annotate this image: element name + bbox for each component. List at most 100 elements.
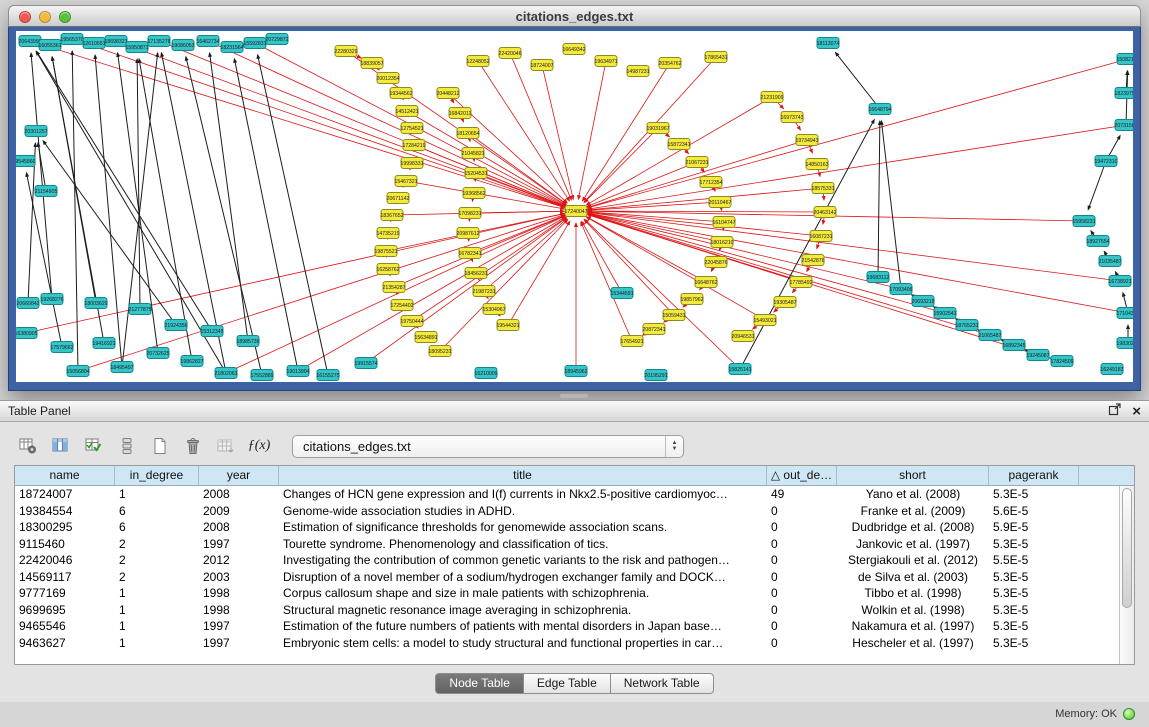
graph-node[interactable]: 19634971 xyxy=(594,56,617,67)
graph-node[interactable]: 15344591 xyxy=(610,288,633,299)
graph-node[interactable]: 19830267 xyxy=(1116,338,1133,349)
graph-node[interactable]: 19305487 xyxy=(773,297,796,308)
scrollbar-thumb[interactable] xyxy=(1122,488,1132,608)
graph-node[interactable]: 18765231 xyxy=(955,320,978,331)
graph-node[interactable]: 17865431 xyxy=(704,52,727,63)
graph-node[interactable]: 15872341 xyxy=(667,139,690,150)
row-tools-icon[interactable] xyxy=(113,433,141,460)
graph-node[interactable]: 19545860 xyxy=(16,156,36,167)
graph-node[interactable]: 16738921 xyxy=(1108,276,1131,287)
graph-node[interactable]: 19565370 xyxy=(60,34,83,45)
graph-node[interactable]: 16892345 xyxy=(1002,340,1025,351)
show-columns-icon[interactable] xyxy=(47,433,75,460)
graph-node[interactable]: 18839057 xyxy=(360,58,383,69)
graph-node[interactable]: 12754521 xyxy=(400,123,423,134)
graph-node[interactable]: 17824509 xyxy=(1050,356,1073,367)
graph-node[interactable]: 15634891 xyxy=(414,332,437,343)
column-header-6[interactable]: pagerank xyxy=(989,466,1079,485)
table-row[interactable]: 946554611997Estimation of the future num… xyxy=(15,618,1119,635)
tab-network-table[interactable]: Network Table xyxy=(611,673,714,694)
graph-node[interactable]: 16648762 xyxy=(694,277,717,288)
graph-node[interactable]: 19915574 xyxy=(354,358,377,369)
graph-node[interactable]: 16380905 xyxy=(16,328,38,339)
graph-node[interactable]: 14512421 xyxy=(395,106,418,117)
graph-node[interactable]: 21035487 xyxy=(1098,256,1121,267)
graph-node[interactable]: 20660842 xyxy=(16,298,39,309)
float-panel-icon[interactable] xyxy=(1108,402,1122,421)
graph-node[interactable]: 21065487 xyxy=(978,330,1001,341)
delete-column-icon[interactable] xyxy=(179,433,207,460)
graph-node[interactable]: 17135278 xyxy=(147,36,170,47)
graph-node[interactable]: 18016210 xyxy=(710,237,733,248)
graph-node[interactable]: 19734943 xyxy=(795,135,818,146)
tab-node-table[interactable]: Node Table xyxy=(435,673,524,694)
graph-node[interactable]: 17093406 xyxy=(889,284,912,295)
panel-splitter[interactable] xyxy=(0,391,1149,400)
graph-node[interactable]: 19472310 xyxy=(1094,156,1117,167)
graph-node[interactable]: 16249183 xyxy=(1100,364,1123,375)
graph-node[interactable]: 15056804 xyxy=(66,366,89,377)
graph-node[interactable]: 16210009 xyxy=(474,368,497,379)
tab-edge-table[interactable]: Edge Table xyxy=(524,673,611,694)
table-row[interactable]: 1872400712008Changes of HCN gene express… xyxy=(15,486,1119,503)
graph-node[interactable]: 17240047 xyxy=(564,206,587,217)
graph-node[interactable]: 20987612 xyxy=(456,228,479,239)
graph-node[interactable]: 20012354 xyxy=(376,73,399,84)
column-header-1[interactable]: in_degree xyxy=(115,466,199,485)
graph-node[interactable]: 22280329 xyxy=(334,46,357,57)
graph-node[interactable]: 19416921 xyxy=(92,338,115,349)
select-from-table-icon[interactable] xyxy=(80,433,108,460)
graph-node[interactable]: 12248052 xyxy=(466,56,489,67)
graph-node[interactable]: 17785492 xyxy=(789,277,812,288)
graph-node[interactable]: 15204531 xyxy=(464,168,487,179)
table-row[interactable]: 1456911722003Disruption of a novel membe… xyxy=(15,569,1119,586)
graph-node[interactable]: 20463142 xyxy=(813,207,836,218)
graph-node[interactable]: 19857962 xyxy=(680,294,703,305)
graph-node[interactable]: 15304967 xyxy=(482,304,505,315)
graph-node[interactable]: 21354287 xyxy=(382,282,405,293)
graph-node[interactable]: 16462734 xyxy=(196,36,219,47)
network-canvas[interactable]: 2064399916055361195653701261065118698321… xyxy=(16,31,1133,382)
column-header-0[interactable]: name xyxy=(15,466,115,485)
graph-node[interactable]: 21045821 xyxy=(461,148,484,159)
graph-node[interactable]: 18724007 xyxy=(530,60,553,71)
graph-node[interactable]: 21067231 xyxy=(685,157,708,168)
graph-node[interactable]: 19245087 xyxy=(1026,350,1049,361)
graph-node[interactable]: 14735219 xyxy=(376,228,399,239)
graph-node[interactable]: 16973743 xyxy=(780,112,803,123)
graph-node[interactable]: 17552889 xyxy=(250,370,273,381)
table-row[interactable]: 946362711997Embryonic stem cells: a mode… xyxy=(15,635,1119,652)
graph-node[interactable]: 19086053 xyxy=(171,40,194,51)
graph-node[interactable]: 15902543 xyxy=(933,308,956,319)
table-row[interactable]: 977716911998Corpus callosum shape and si… xyxy=(15,585,1119,602)
table-row[interactable]: 1938455462009Genome-wide association stu… xyxy=(15,503,1119,520)
close-panel-icon[interactable]: × xyxy=(1132,404,1141,419)
graph-node[interactable]: 21924356 xyxy=(164,320,187,331)
table-options-icon[interactable] xyxy=(14,433,42,460)
close-button[interactable] xyxy=(19,11,31,23)
graph-node[interactable]: 14987231 xyxy=(626,66,649,77)
graph-node[interactable]: 18113074 xyxy=(817,38,840,49)
graph-node[interactable]: 20732625 xyxy=(146,348,169,359)
graph-node[interactable]: 17254402 xyxy=(390,300,413,311)
graph-node[interactable]: 17284219 xyxy=(402,140,425,151)
graph-node[interactable]: 21154905 xyxy=(35,186,58,197)
graph-node[interactable]: 18095231 xyxy=(428,346,451,357)
graph-node[interactable]: 18120654 xyxy=(456,128,479,139)
function-builder-icon[interactable]: ƒ(x) xyxy=(245,433,273,460)
table-row[interactable]: 1830029562008Estimation of significance … xyxy=(15,519,1119,536)
graph-node[interactable]: 22420046 xyxy=(498,48,521,59)
graph-node[interactable]: 16155275 xyxy=(316,370,339,381)
network-svg[interactable]: 2064399916055361195653701261065118698321… xyxy=(16,31,1133,382)
graph-node[interactable]: 20731586 xyxy=(1114,120,1133,131)
graph-node[interactable]: 15312345 xyxy=(200,326,223,337)
window-titlebar[interactable]: citations_edges.txt xyxy=(8,5,1141,27)
graph-node[interactable]: 15592831 xyxy=(243,38,266,49)
network-table-select[interactable]: citations_edges.txt ▲▼ xyxy=(292,435,684,458)
zoom-button[interactable] xyxy=(59,11,71,23)
table-row[interactable]: 969969511998Structural magnetic resonanc… xyxy=(15,602,1119,619)
graph-node[interactable]: 15082134 xyxy=(1116,54,1133,65)
graph-node[interactable]: 21987231 xyxy=(472,286,495,297)
table-vertical-scrollbar[interactable] xyxy=(1119,486,1134,664)
graph-node[interactable]: 18003629 xyxy=(84,298,107,309)
